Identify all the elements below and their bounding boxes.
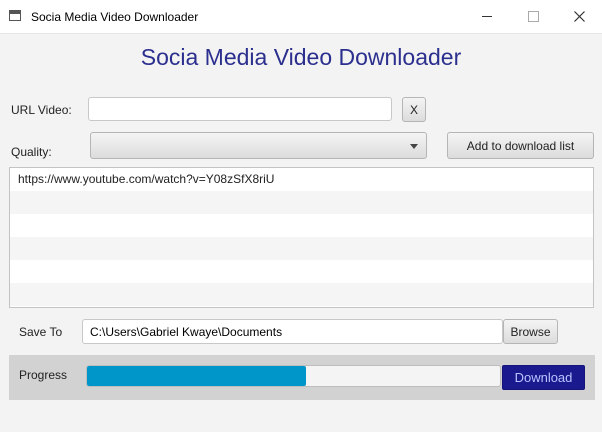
chevron-down-icon — [410, 144, 418, 149]
list-item[interactable] — [10, 260, 593, 283]
close-icon — [573, 11, 585, 22]
title-bar: Socia Media Video Downloader — [0, 0, 602, 34]
quality-dropdown[interactable] — [90, 132, 427, 159]
download-button[interactable]: Download — [502, 365, 585, 390]
list-item[interactable] — [10, 283, 593, 306]
list-item[interactable] — [10, 214, 593, 237]
progress-panel: Progress Download — [9, 355, 595, 400]
maximize-button[interactable] — [510, 0, 556, 33]
save-to-label: Save To — [19, 325, 63, 339]
list-item[interactable] — [10, 191, 593, 214]
url-label: URL Video: — [11, 103, 72, 117]
url-input[interactable] — [88, 97, 392, 121]
download-list[interactable]: https://www.youtube.com/watch?v=Y08zSfX8… — [9, 167, 594, 308]
app-window-icon — [9, 10, 21, 21]
browse-button[interactable]: Browse — [503, 319, 558, 344]
progress-bar-fill — [87, 366, 306, 386]
list-item[interactable]: https://www.youtube.com/watch?v=Y08zSfX8… — [10, 168, 593, 191]
progress-bar — [86, 365, 501, 387]
minimize-button[interactable] — [464, 0, 510, 33]
quality-label: Quality: — [11, 145, 52, 159]
clear-url-button[interactable]: X — [402, 97, 426, 122]
save-path-input[interactable] — [82, 319, 503, 344]
app-heading: Socia Media Video Downloader — [140, 44, 462, 70]
progress-label: Progress — [19, 368, 68, 382]
add-to-download-list-button[interactable]: Add to download list — [447, 132, 594, 159]
list-item[interactable] — [10, 237, 593, 260]
close-button[interactable] — [556, 0, 602, 33]
window-title: Socia Media Video Downloader — [31, 10, 199, 24]
